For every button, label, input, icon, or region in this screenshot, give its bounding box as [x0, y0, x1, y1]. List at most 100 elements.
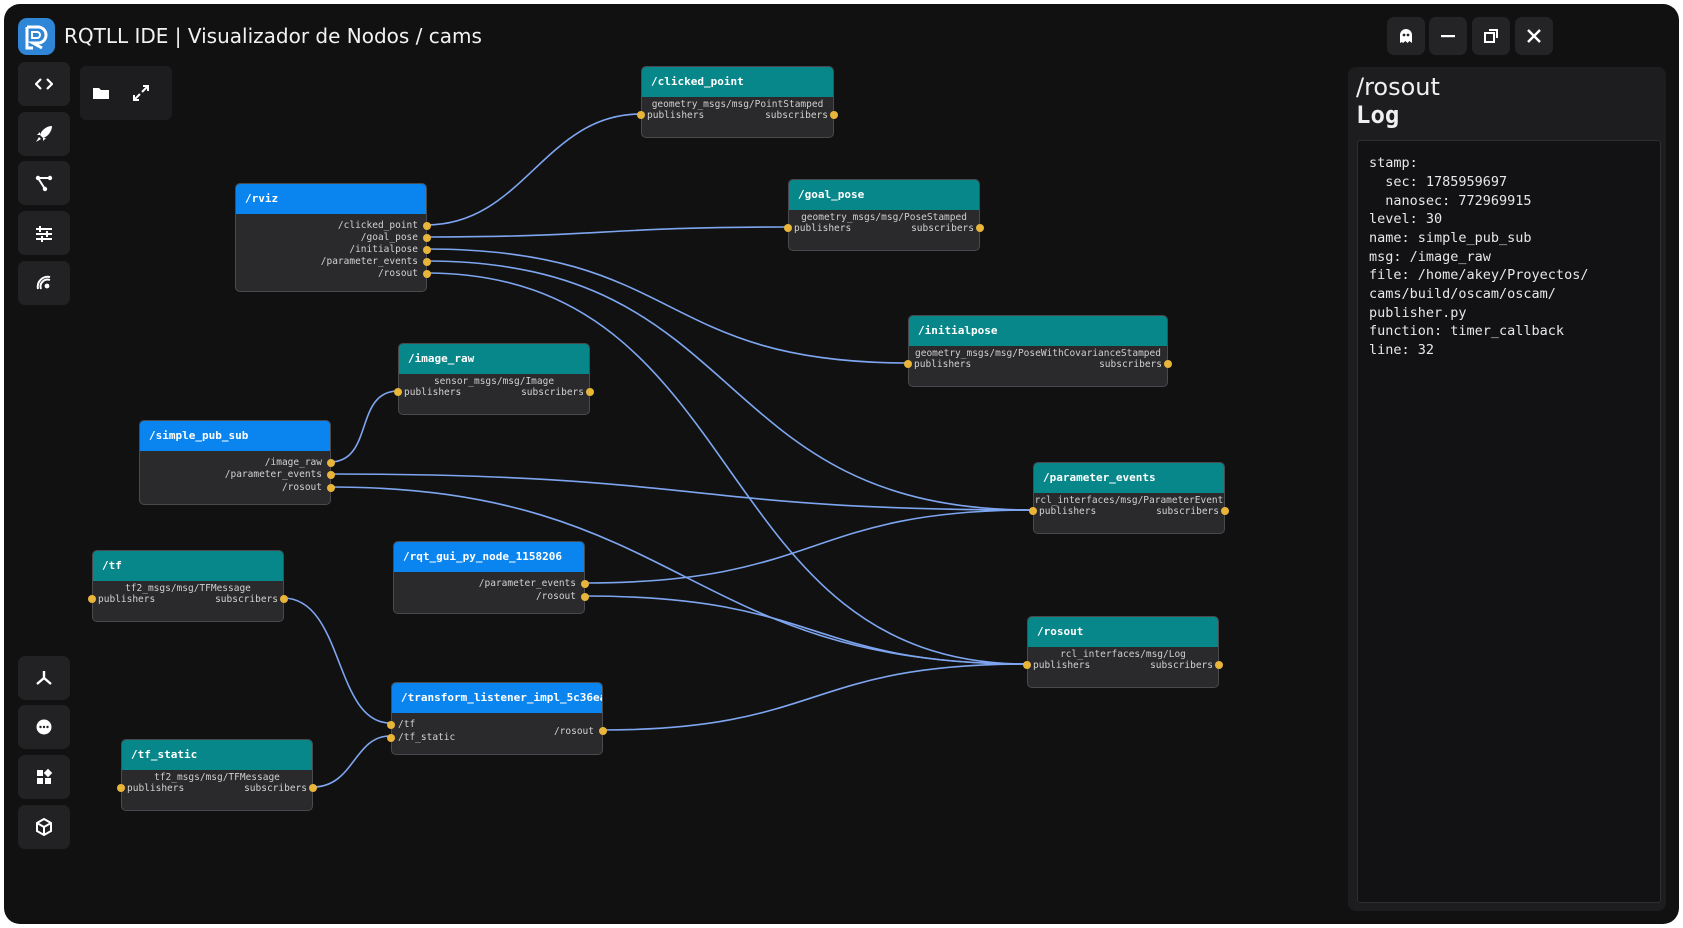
details-subtitle: Log: [1356, 101, 1400, 129]
port-label: /tf: [398, 719, 416, 730]
app-window: RQTLL IDE | Visualizador de Nodos / cams: [4, 4, 1679, 924]
port-label: subscribers: [911, 223, 974, 234]
port-label: publishers: [794, 223, 852, 234]
port-label: publishers: [98, 594, 156, 605]
topic-title: /goal_pose: [789, 180, 979, 210]
graph-topic-parameter_events[interactable]: /parameter_events rcl_interfaces/msg/Par…: [1029, 462, 1229, 534]
port-label: publishers: [1039, 506, 1097, 517]
publishers-port[interactable]: [784, 224, 792, 232]
output-port[interactable]: [581, 593, 589, 601]
port-label: subscribers: [1099, 359, 1162, 370]
publishers-port[interactable]: [904, 360, 912, 368]
port-label: /rosout: [535, 591, 576, 602]
port-label: /parameter_events: [224, 469, 322, 480]
port-label: publishers: [404, 387, 462, 398]
output-port[interactable]: [423, 270, 431, 278]
graph-topic-image_raw[interactable]: /image_raw sensor_msgs/msg/Image publish…: [394, 343, 594, 415]
subscribers-port[interactable]: [1215, 661, 1223, 669]
log-line: level: 30: [1369, 211, 1443, 227]
graph-topic-rosout[interactable]: /rosout rcl_interfaces/msg/Log publisher…: [1023, 616, 1223, 688]
port-label: publishers: [1033, 660, 1091, 671]
topic-title: /rosout: [1028, 617, 1218, 647]
log-line: msg: /image_raw: [1369, 249, 1491, 265]
port-label: subscribers: [215, 594, 278, 605]
output-port[interactable]: [581, 580, 589, 588]
publishers-port[interactable]: [637, 111, 645, 119]
edge-rviz-clicked_point: [425, 113, 642, 226]
edge-simple-parameter_events: [329, 473, 1034, 511]
port-label: /initialpose: [349, 244, 418, 255]
subscribers-port[interactable]: [586, 388, 594, 396]
topic-type: sensor_msgs/msg/Image: [433, 376, 555, 387]
output-port[interactable]: [423, 222, 431, 230]
port-label: /rosout: [377, 268, 418, 279]
log-line: file: /home/akey/Proyectos/: [1369, 267, 1589, 283]
port-label: /tf_static: [398, 732, 456, 743]
output-port[interactable]: [423, 234, 431, 242]
output-port[interactable]: [327, 484, 335, 492]
port-label: /parameter_events: [478, 578, 576, 589]
graph-topic-goal_pose[interactable]: /goal_pose geometry_msgs/msg/PoseStamped…: [784, 179, 984, 251]
topic-title: /tf: [93, 551, 283, 581]
topic-type: geometry_msgs/msg/PoseWithCovarianceStam…: [915, 348, 1161, 359]
output-port[interactable]: [599, 727, 607, 735]
graph-node-simple_pub_sub[interactable]: /simple_pub_sub /image_raw /parameter_ev…: [139, 420, 335, 505]
edge-tf-listener: [282, 597, 391, 724]
topic-type: rcl_interfaces/msg/ParameterEvent: [1034, 495, 1224, 506]
port-label: subscribers: [1156, 506, 1219, 517]
publishers-port[interactable]: [394, 388, 402, 396]
topic-title: /clicked_point: [642, 67, 833, 97]
node-title: /rviz: [236, 184, 426, 214]
output-port[interactable]: [423, 246, 431, 254]
topic-type: tf2_msgs/msg/TFMessage: [125, 583, 251, 594]
output-port[interactable]: [423, 258, 431, 266]
topic-type: tf2_msgs/msg/TFMessage: [154, 772, 280, 783]
topic-title: /image_raw: [399, 344, 589, 374]
graph-topic-initialpose[interactable]: /initialpose geometry_msgs/msg/PoseWithC…: [904, 315, 1172, 387]
publishers-port[interactable]: [88, 595, 96, 603]
output-port[interactable]: [327, 471, 335, 479]
port-label: /parameter_events: [320, 256, 418, 267]
input-port[interactable]: [387, 734, 395, 742]
port-label: /image_raw: [264, 457, 322, 468]
log-line: publisher.py: [1369, 305, 1467, 321]
port-label: subscribers: [521, 387, 584, 398]
subscribers-port[interactable]: [309, 784, 317, 792]
subscribers-port[interactable]: [1164, 360, 1172, 368]
edge-listener-rosout: [601, 663, 1028, 731]
log-message-view[interactable]: stamp: sec: 1785959697 nanosec: 77296991…: [1357, 140, 1661, 903]
port-label: publishers: [914, 359, 972, 370]
port-label: /clicked_point: [337, 220, 418, 231]
graph-topic-tf_static[interactable]: /tf_static tf2_msgs/msg/TFMessage publis…: [117, 739, 317, 811]
subscribers-port[interactable]: [976, 224, 984, 232]
topic-type: rcl_interfaces/msg/Log: [1060, 649, 1186, 660]
publishers-port[interactable]: [117, 784, 125, 792]
topic-type: geometry_msgs/msg/PoseStamped: [801, 212, 967, 223]
details-title: /rosout: [1356, 73, 1440, 101]
graph-node-transform_listener[interactable]: /transform_listener_impl_5c36eaa1c830 /t…: [387, 682, 607, 755]
edge-rviz-goal_pose: [425, 226, 789, 238]
topic-title: /initialpose: [909, 316, 1167, 346]
subscribers-port[interactable]: [1221, 507, 1229, 515]
port-label: subscribers: [1150, 660, 1213, 671]
port-label: publishers: [127, 783, 185, 794]
log-line: cams/build/oscam/oscam/: [1369, 286, 1556, 302]
port-label: subscribers: [765, 110, 828, 121]
log-line: line: 32: [1369, 342, 1435, 358]
node-title: /transform_listener_impl_5c36eaa1c830: [392, 683, 602, 713]
port-label: /goal_pose: [360, 232, 418, 243]
graph-node-rqt_gui[interactable]: /rqt_gui_py_node_1158206 /parameter_even…: [393, 541, 589, 614]
graph-node-rviz[interactable]: /rviz /clicked_point /goal_pose /initial…: [235, 183, 431, 292]
graph-topic-clicked_point[interactable]: /clicked_point geometry_msgs/msg/PointSt…: [637, 66, 838, 138]
input-port[interactable]: [387, 721, 395, 729]
topic-title: /tf_static: [122, 740, 312, 770]
node-title: /simple_pub_sub: [140, 421, 330, 451]
publishers-port[interactable]: [1029, 507, 1037, 515]
port-label: /rosout: [281, 482, 322, 493]
graph-topic-tf[interactable]: /tf tf2_msgs/msg/TFMessage publishers su…: [88, 550, 288, 622]
subscribers-port[interactable]: [280, 595, 288, 603]
output-port[interactable]: [327, 459, 335, 467]
port-label: publishers: [647, 110, 705, 121]
subscribers-port[interactable]: [830, 111, 838, 119]
publishers-port[interactable]: [1023, 661, 1031, 669]
